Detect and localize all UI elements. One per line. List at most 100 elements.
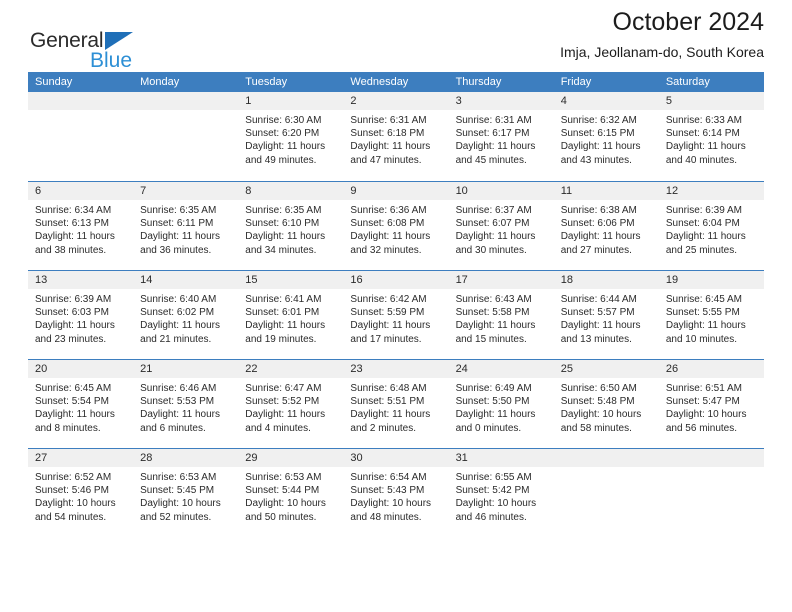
day-cell[interactable]: 23 Sunrise: 6:48 AM Sunset: 5:51 PM Dayligh… <box>343 360 449 448</box>
day-cell[interactable]: 12 Sunrise: 6:39 AM Sunset: 6:04 PM Dayligh… <box>658 182 764 270</box>
day-detail-daylight-line1: Daylight: 10 hours <box>665 409 747 421</box>
day-details: Sunrise: 6:40 AM Sunset: 6:02 PM Daylight:… <box>133 289 238 346</box>
day-detail-daylight-line2: and 30 minutes. <box>455 244 527 256</box>
day-cell[interactable]: 31 Sunrise: 6:55 AM Sunset: 5:42 PM Dayligh… <box>448 449 554 537</box>
day-cell-empty <box>658 449 764 537</box>
day-details: Sunrise: 6:39 AM Sunset: 6:04 PM Daylight:… <box>659 200 764 257</box>
day-number: 12 <box>658 182 764 200</box>
day-detail-daylight-line1: Daylight: 11 hours <box>665 320 746 332</box>
day-detail-sunrise: Sunrise: 6:37 AM <box>455 205 532 216</box>
day-details <box>554 467 659 471</box>
day-cell[interactable]: 24 Sunrise: 6:49 AM Sunset: 5:50 PM Dayligh… <box>448 360 554 448</box>
day-detail-daylight-line2: and 32 minutes. <box>350 244 422 256</box>
day-detail-sunrise: Sunrise: 6:30 AM <box>245 115 322 126</box>
day-details: Sunrise: 6:31 AM Sunset: 6:18 PM Daylight:… <box>343 110 448 167</box>
day-details: Sunrise: 6:51 AM Sunset: 5:47 PM Daylight:… <box>659 378 764 435</box>
day-detail-sunset: Sunset: 6:06 PM <box>560 218 635 230</box>
day-details <box>659 467 764 471</box>
day-details: Sunrise: 6:50 AM Sunset: 5:48 PM Daylight:… <box>554 378 659 435</box>
day-number: 13 <box>28 271 134 289</box>
day-cell[interactable]: 1 Sunrise: 6:30 AM Sunset: 6:20 PM Daylight… <box>238 92 344 181</box>
day-details: Sunrise: 6:38 AM Sunset: 6:06 PM Daylight:… <box>554 200 659 257</box>
day-cell[interactable]: 4 Sunrise: 6:32 AM Sunset: 6:15 PM Daylight… <box>553 92 659 181</box>
day-detail-sunset: Sunset: 5:58 PM <box>455 307 530 319</box>
day-detail-daylight-line1: Daylight: 11 hours <box>350 141 431 153</box>
day-cell[interactable]: 14 Sunrise: 6:40 AM Sunset: 6:02 PM Dayligh… <box>133 271 239 359</box>
day-cell[interactable]: 16 Sunrise: 6:42 AM Sunset: 5:59 PM Dayligh… <box>343 271 449 359</box>
day-number: 16 <box>343 271 449 289</box>
day-number: 19 <box>658 271 764 289</box>
day-detail-sunset: Sunset: 5:46 PM <box>35 485 109 497</box>
day-details: Sunrise: 6:48 AM Sunset: 5:51 PM Daylight:… <box>343 378 448 435</box>
day-detail-sunset: Sunset: 6:11 PM <box>140 218 214 230</box>
day-detail-sunset: Sunset: 5:57 PM <box>560 307 635 319</box>
weekday-header-thursday: Thursday <box>455 76 502 88</box>
day-detail-daylight-line2: and 45 minutes. <box>455 154 527 166</box>
day-cell[interactable]: 17 Sunrise: 6:43 AM Sunset: 5:58 PM Dayligh… <box>448 271 554 359</box>
day-detail-sunrise: Sunrise: 6:52 AM <box>35 472 112 483</box>
day-cell[interactable]: 5 Sunrise: 6:33 AM Sunset: 6:14 PM Daylight… <box>658 92 764 181</box>
day-cell[interactable]: 3 Sunrise: 6:31 AM Sunset: 6:17 PM Daylight… <box>448 92 554 181</box>
day-cell[interactable]: 8 Sunrise: 6:35 AM Sunset: 6:10 PM Daylight… <box>238 182 344 270</box>
general-blue-logo[interactable]: General Blue <box>30 30 160 78</box>
day-number: 17 <box>448 271 554 289</box>
day-detail-sunrise: Sunrise: 6:45 AM <box>35 383 112 394</box>
day-cell[interactable]: 22 Sunrise: 6:47 AM Sunset: 5:52 PM Dayligh… <box>238 360 344 448</box>
day-detail-daylight-line1: Daylight: 11 hours <box>35 409 115 421</box>
day-detail-daylight-line1: Daylight: 11 hours <box>245 320 326 332</box>
day-detail-daylight-line2: and 8 minutes. <box>35 422 101 434</box>
day-details: Sunrise: 6:54 AM Sunset: 5:43 PM Daylight:… <box>343 467 448 524</box>
day-details: Sunrise: 6:35 AM Sunset: 6:11 PM Daylight:… <box>133 200 238 257</box>
day-cell[interactable]: 18 Sunrise: 6:44 AM Sunset: 5:57 PM Dayligh… <box>553 271 659 359</box>
day-cell[interactable]: 13 Sunrise: 6:39 AM Sunset: 6:03 PM Dayligh… <box>28 271 134 359</box>
day-detail-sunrise: Sunrise: 6:49 AM <box>455 383 532 394</box>
day-detail-daylight-line1: Daylight: 11 hours <box>350 320 431 332</box>
day-cell[interactable]: 15 Sunrise: 6:41 AM Sunset: 6:01 PM Dayligh… <box>238 271 344 359</box>
day-cell[interactable]: 19 Sunrise: 6:45 AM Sunset: 5:55 PM Dayligh… <box>658 271 764 359</box>
day-cell[interactable]: 30 Sunrise: 6:54 AM Sunset: 5:43 PM Dayligh… <box>343 449 449 537</box>
day-cell[interactable]: 6 Sunrise: 6:34 AM Sunset: 6:13 PM Daylight… <box>28 182 134 270</box>
day-cell[interactable]: 27 Sunrise: 6:52 AM Sunset: 5:46 PM Dayligh… <box>28 449 134 537</box>
day-detail-sunrise: Sunrise: 6:38 AM <box>560 205 637 216</box>
day-detail-daylight-line1: Daylight: 10 hours <box>140 498 221 510</box>
day-cell[interactable]: 26 Sunrise: 6:51 AM Sunset: 5:47 PM Dayligh… <box>658 360 764 448</box>
day-detail-daylight-line2: and 0 minutes. <box>455 422 522 434</box>
day-cell[interactable]: 2 Sunrise: 6:31 AM Sunset: 6:18 PM Daylight… <box>343 92 449 181</box>
day-cell[interactable]: 7 Sunrise: 6:35 AM Sunset: 6:11 PM Daylight… <box>133 182 239 270</box>
day-cell[interactable]: 11 Sunrise: 6:38 AM Sunset: 6:06 PM Dayligh… <box>553 182 659 270</box>
day-detail-daylight-line2: and 6 minutes. <box>140 422 206 434</box>
day-detail-daylight-line2: and 17 minutes. <box>350 333 422 345</box>
day-cell[interactable]: 9 Sunrise: 6:36 AM Sunset: 6:08 PM Daylight… <box>343 182 449 270</box>
day-detail-daylight-line2: and 4 minutes. <box>245 422 311 434</box>
day-detail-sunset: Sunset: 5:54 PM <box>35 396 109 408</box>
day-number: 31 <box>448 449 554 467</box>
day-cell[interactable]: 10 Sunrise: 6:37 AM Sunset: 6:07 PM Dayligh… <box>448 182 554 270</box>
day-details: Sunrise: 6:46 AM Sunset: 5:53 PM Daylight:… <box>133 378 238 435</box>
day-details: Sunrise: 6:47 AM Sunset: 5:52 PM Daylight:… <box>238 378 343 435</box>
day-cell[interactable]: 20 Sunrise: 6:45 AM Sunset: 5:54 PM Dayligh… <box>28 360 134 448</box>
day-details: Sunrise: 6:33 AM Sunset: 6:14 PM Daylight:… <box>659 110 764 167</box>
day-cell-empty <box>28 92 134 181</box>
day-detail-sunrise: Sunrise: 6:47 AM <box>245 383 322 394</box>
day-details: Sunrise: 6:41 AM Sunset: 6:01 PM Daylight:… <box>238 289 343 346</box>
day-cell[interactable]: 25 Sunrise: 6:50 AM Sunset: 5:48 PM Dayligh… <box>553 360 659 448</box>
day-details: Sunrise: 6:55 AM Sunset: 5:42 PM Daylight:… <box>449 467 554 524</box>
day-detail-sunrise: Sunrise: 6:33 AM <box>665 115 742 126</box>
day-detail-sunset: Sunset: 6:04 PM <box>665 218 740 230</box>
day-number: 4 <box>553 92 659 110</box>
day-detail-daylight-line1: Daylight: 11 hours <box>245 409 326 421</box>
day-cell[interactable]: 28 Sunrise: 6:53 AM Sunset: 5:45 PM Dayligh… <box>133 449 239 537</box>
day-detail-sunrise: Sunrise: 6:32 AM <box>560 115 637 126</box>
day-detail-sunrise: Sunrise: 6:46 AM <box>140 383 217 394</box>
day-detail-sunrise: Sunrise: 6:36 AM <box>350 205 427 216</box>
day-detail-sunrise: Sunrise: 6:39 AM <box>665 205 742 216</box>
day-detail-daylight-line2: and 15 minutes. <box>455 333 527 345</box>
day-number <box>658 449 764 467</box>
day-number: 6 <box>28 182 134 200</box>
day-detail-sunrise: Sunrise: 6:54 AM <box>350 472 427 483</box>
day-cell[interactable]: 29 Sunrise: 6:53 AM Sunset: 5:44 PM Dayligh… <box>238 449 344 537</box>
day-detail-sunrise: Sunrise: 6:35 AM <box>245 205 322 216</box>
day-cell[interactable]: 21 Sunrise: 6:46 AM Sunset: 5:53 PM Dayligh… <box>133 360 239 448</box>
day-detail-daylight-line1: Daylight: 11 hours <box>140 409 220 421</box>
calendar-week-row: 27 Sunrise: 6:52 AM Sunset: 5:46 PM Dayligh… <box>28 448 764 537</box>
